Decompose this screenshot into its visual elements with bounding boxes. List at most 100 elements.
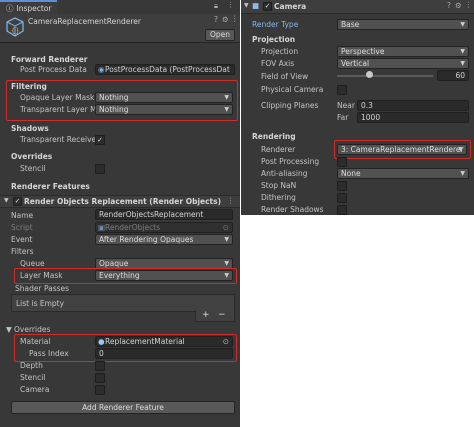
queue-dropdown[interactable]: Opaque ▼ xyxy=(95,258,233,269)
projection-label: Projection xyxy=(261,47,299,56)
camera-title: Camera xyxy=(274,2,307,11)
chevron-down-icon: ▼ xyxy=(224,260,229,267)
transparent-mask-value: Nothing xyxy=(99,105,129,114)
renderer-dropdown[interactable]: 3: CameraReplacementRenderer ▼ xyxy=(337,144,467,155)
opaque-mask-dropdown[interactable]: Nothing ▼ xyxy=(95,92,233,103)
layer-mask-value: Everything xyxy=(99,271,140,280)
dithering-label: Dithering xyxy=(261,193,296,202)
pass-index-field[interactable]: 0 xyxy=(95,348,233,359)
physical-camera-checkbox[interactable] xyxy=(337,85,347,95)
open-button[interactable]: Open xyxy=(205,29,235,41)
kebab-icon[interactable]: ⋮ xyxy=(231,14,239,23)
fov-value: 60 xyxy=(455,71,465,80)
fov-slider-thumb[interactable] xyxy=(366,71,373,78)
overrides-fold-icon[interactable]: ▼ xyxy=(6,325,12,334)
add-renderer-feature-button[interactable]: Add Renderer Feature xyxy=(11,401,235,414)
help-icon[interactable]: ? xyxy=(447,1,451,10)
stop-nan-checkbox[interactable] xyxy=(337,181,347,191)
layer-mask-label: Layer Mask xyxy=(20,271,63,280)
camera-icon: ■ xyxy=(252,1,260,10)
post-processing-checkbox[interactable] xyxy=(337,157,347,167)
anti-aliasing-dropdown[interactable]: None ▼ xyxy=(337,168,469,179)
render-shadows-checkbox[interactable] xyxy=(337,205,347,215)
inspector-tab-label: Inspector xyxy=(16,3,52,13)
script-field: ▣ RenderObjects ⊙ xyxy=(95,222,233,233)
anti-aliasing-value: None xyxy=(341,169,361,178)
post-process-label: Post Process Data xyxy=(20,65,87,74)
chevron-down-icon: ▼ xyxy=(460,48,465,55)
camera-header[interactable]: ▼ ■ ✓ Camera ? ⚙ ⋮ xyxy=(241,0,474,14)
event-dropdown[interactable]: After Rendering Opaques ▼ xyxy=(95,234,233,245)
fold-arrow-icon[interactable]: ▼ xyxy=(244,2,249,9)
projection-value: Perspective xyxy=(341,47,385,56)
add-pass-button[interactable]: + xyxy=(202,310,210,320)
fold-arrow-icon[interactable]: ▼ xyxy=(4,197,9,204)
chevron-down-icon: ▼ xyxy=(458,146,463,153)
asset-name: CameraReplacementRenderer xyxy=(28,17,141,26)
object-picker-icon[interactable]: ⊙ xyxy=(223,337,229,346)
filtering-heading: Filtering xyxy=(11,82,47,91)
rendering-heading: Rendering xyxy=(252,132,296,141)
camera-enabled-checkbox[interactable]: ✓ xyxy=(263,2,272,11)
svg-text:{}: {} xyxy=(11,27,19,35)
inspector-tab[interactable]: ⓘ Inspector xyxy=(0,0,58,14)
render-shadows-label: Render Shadows xyxy=(261,205,324,214)
depth-checkbox[interactable] xyxy=(95,361,105,371)
anti-aliasing-label: Anti-aliasing xyxy=(261,169,308,178)
near-label: Near xyxy=(337,101,355,110)
far-label: Far xyxy=(337,113,349,122)
help-icon[interactable]: ? xyxy=(214,15,218,24)
name-label: Name xyxy=(11,211,34,220)
transparent-receive-checkbox[interactable]: ✓ xyxy=(95,135,105,145)
fov-label: Field of View xyxy=(261,72,309,81)
menu-icon[interactable]: ⋮ xyxy=(227,0,235,9)
stencil-checkbox[interactable] xyxy=(95,164,105,174)
fov-slider-track[interactable] xyxy=(337,75,433,77)
list-empty-label: List is Empty xyxy=(16,299,65,308)
chevron-down-icon: ▼ xyxy=(460,21,465,28)
layer-mask-dropdown[interactable]: Everything ▼ xyxy=(95,270,233,281)
pass-index-value: 0 xyxy=(99,349,104,358)
stencil2-checkbox[interactable] xyxy=(95,373,105,383)
transparent-mask-label: Transparent Layer M xyxy=(20,105,97,114)
render-type-value: Base xyxy=(341,20,360,29)
feature-enabled-checkbox[interactable]: ✓ xyxy=(13,197,22,206)
depth-label: Depth xyxy=(20,361,43,370)
fov-axis-value: Vertical xyxy=(341,59,370,68)
projection-dropdown[interactable]: Perspective ▼ xyxy=(337,46,469,57)
feature-header[interactable]: ▼ ✓ Render Objects Replacement (Render O… xyxy=(0,195,240,208)
settings-icon[interactable]: ⚙ xyxy=(222,15,229,24)
physical-camera-label: Physical Camera xyxy=(261,85,324,94)
list-buttons: + − xyxy=(195,310,235,322)
overrides-subheading: Overrides xyxy=(14,325,51,334)
renderer-value: 3: CameraReplacementRenderer xyxy=(341,145,464,154)
stop-nan-label: Stop NaN xyxy=(261,181,297,190)
fov-axis-dropdown[interactable]: Vertical ▼ xyxy=(337,58,469,69)
post-process-field[interactable]: ◉ PostProcessData (PostProcessDat xyxy=(95,64,235,75)
shadows-heading: Shadows xyxy=(11,124,49,133)
script-value: RenderObjects xyxy=(105,223,161,232)
settings-icon[interactable]: ⚙ xyxy=(455,1,462,10)
material-field[interactable]: ● ReplacementMaterial ⊙ xyxy=(95,336,233,347)
near-field[interactable]: 0.3 xyxy=(357,100,469,111)
feature-menu-icon[interactable]: ⋮ xyxy=(227,196,235,205)
render-type-label: Render Type xyxy=(252,20,299,29)
name-field[interactable]: RenderObjectsReplacement xyxy=(95,209,233,220)
chevron-down-icon: ▼ xyxy=(224,106,229,113)
kebab-icon[interactable]: ⋮ xyxy=(465,0,473,9)
render-type-dropdown[interactable]: Base ▼ xyxy=(337,19,469,30)
object-picker-icon: ⊙ xyxy=(222,223,229,232)
camera-checkbox[interactable] xyxy=(95,385,105,395)
shader-passes-label: Shader Passes xyxy=(15,284,70,293)
fov-field[interactable]: 60 xyxy=(437,70,469,81)
dithering-checkbox[interactable] xyxy=(337,193,347,203)
far-field[interactable]: 1000 xyxy=(357,112,469,123)
script-label: Script xyxy=(11,223,33,232)
lock-icon[interactable]: 🔒︎ xyxy=(214,1,218,11)
opaque-mask-label: Opaque Layer Mask xyxy=(20,93,95,102)
material-icon: ● xyxy=(98,337,105,346)
chevron-down-icon: ▼ xyxy=(224,272,229,279)
remove-pass-button[interactable]: − xyxy=(218,310,226,320)
info-icon: ⓘ xyxy=(6,3,14,13)
transparent-mask-dropdown[interactable]: Nothing ▼ xyxy=(95,104,233,115)
